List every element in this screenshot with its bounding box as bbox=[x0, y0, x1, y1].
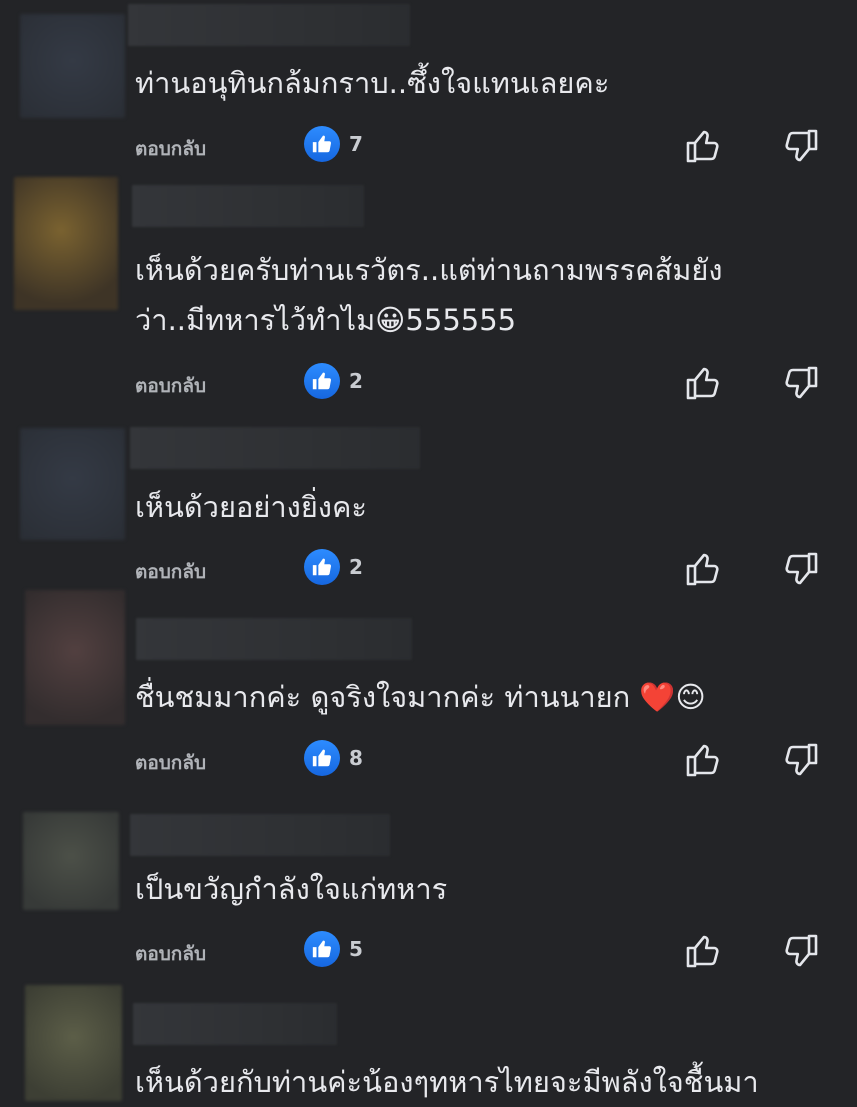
avatar[interactable] bbox=[23, 812, 119, 910]
thumbs-up-icon[interactable] bbox=[684, 931, 722, 971]
like-reaction-icon bbox=[304, 740, 340, 776]
comment-actions: ตอบกลับ 7 bbox=[0, 126, 857, 166]
reply-button[interactable]: ตอบกลับ bbox=[135, 557, 206, 587]
thumbs-down-icon[interactable] bbox=[782, 740, 820, 780]
thumbs-up-icon[interactable] bbox=[684, 363, 722, 403]
like-reaction-icon bbox=[304, 126, 340, 162]
commenter-name-redacted bbox=[132, 185, 364, 227]
comment-text: เห็นด้วยกับท่านค่ะน้องๆทหารไทยจะมีพลังใจ… bbox=[135, 1065, 759, 1099]
like-reaction-icon bbox=[304, 549, 340, 585]
thumbs-up-icon[interactable] bbox=[684, 740, 722, 780]
commenter-name-redacted bbox=[128, 4, 410, 46]
comment-actions: ตอบกลับ 2 bbox=[0, 549, 857, 589]
comment-actions: ตอบกลับ 5 bbox=[0, 931, 857, 971]
comment-text: ชื่นชมมากค่ะ ดูจริงใจมากค่ะ ท่านนายก ❤️😊 bbox=[135, 680, 706, 714]
comment-actions: ตอบกลับ 8 bbox=[0, 740, 857, 780]
like-reaction-icon bbox=[304, 363, 340, 399]
avatar[interactable] bbox=[25, 985, 122, 1101]
reply-button[interactable]: ตอบกลับ bbox=[135, 939, 206, 969]
thumbs-down-icon[interactable] bbox=[782, 931, 820, 971]
like-count: 5 bbox=[349, 937, 363, 961]
avatar[interactable] bbox=[20, 14, 125, 118]
like-count: 7 bbox=[349, 132, 363, 156]
avatar[interactable] bbox=[25, 590, 125, 725]
thumbs-down-icon[interactable] bbox=[782, 363, 820, 403]
commenter-name-redacted bbox=[133, 1003, 337, 1045]
commenter-name-redacted bbox=[130, 427, 420, 469]
comment-text: ท่านอนุทินกล้มกราบ..ซึ้งใจแทนเลยคะ bbox=[135, 66, 610, 100]
comment-text: เป็นขวัญกำลังใจแก่ทหาร bbox=[135, 872, 448, 906]
avatar[interactable] bbox=[20, 428, 125, 540]
thumbs-down-icon[interactable] bbox=[782, 126, 820, 166]
reply-button[interactable]: ตอบกลับ bbox=[135, 371, 206, 401]
avatar[interactable] bbox=[14, 177, 118, 310]
comment-actions: ตอบกลับ 2 bbox=[0, 363, 857, 403]
like-count: 2 bbox=[349, 369, 363, 393]
thumbs-up-icon[interactable] bbox=[684, 126, 722, 166]
reply-button[interactable]: ตอบกลับ bbox=[135, 748, 206, 778]
commenter-name-redacted bbox=[130, 814, 390, 856]
like-count: 2 bbox=[349, 555, 363, 579]
like-reaction-icon bbox=[304, 931, 340, 967]
like-count: 8 bbox=[349, 746, 363, 770]
thumbs-down-icon[interactable] bbox=[782, 549, 820, 589]
comment-text: เห็นด้วยครับท่านเรวัตร..แต่ท่านถามพรรคส้… bbox=[135, 253, 723, 337]
reply-button[interactable]: ตอบกลับ bbox=[135, 134, 206, 164]
comment-text: เห็นด้วยอย่างยิ่งคะ bbox=[135, 490, 367, 524]
thumbs-up-icon[interactable] bbox=[684, 549, 722, 589]
commenter-name-redacted bbox=[136, 618, 412, 660]
